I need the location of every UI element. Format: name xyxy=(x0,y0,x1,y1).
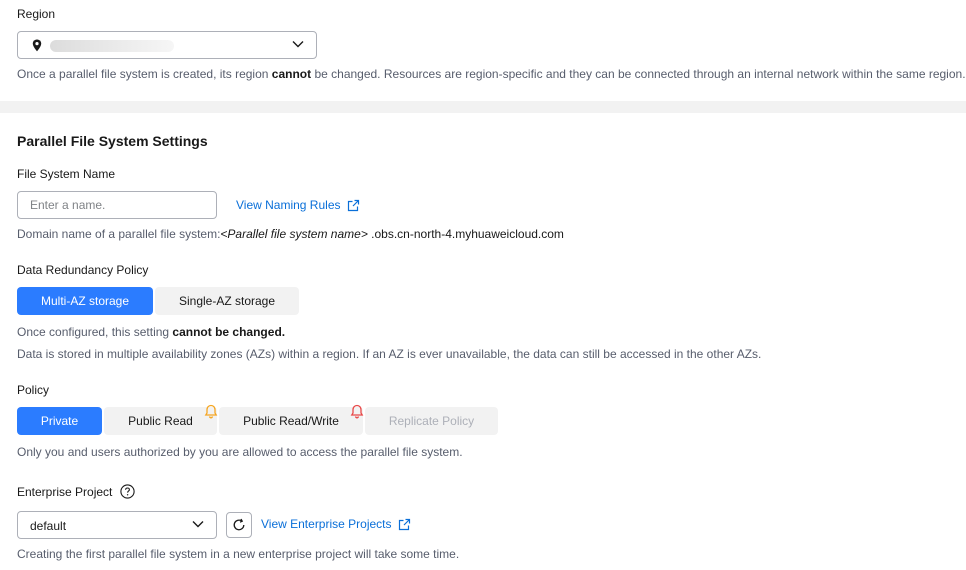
multi-az-storage-option[interactable]: Multi-AZ storage xyxy=(17,287,153,315)
external-link-icon xyxy=(347,199,359,211)
enterprise-project-label: Enterprise Project xyxy=(17,484,136,499)
policy-replicate-option[interactable]: Replicate Policy xyxy=(365,407,498,435)
region-value-masked xyxy=(50,40,174,52)
data-redundancy-label: Data Redundancy Policy xyxy=(17,263,149,277)
warning-bell-icon xyxy=(204,404,218,419)
redundancy-hint-2: Data is stored in multiple availability … xyxy=(17,347,762,361)
region-select[interactable] xyxy=(17,31,317,59)
section-divider xyxy=(0,101,966,113)
policy-private-option[interactable]: Private xyxy=(17,407,102,435)
danger-bell-icon xyxy=(350,404,364,419)
chevron-down-icon xyxy=(192,521,204,528)
external-link-icon xyxy=(398,518,410,530)
enterprise-project-hint: Creating the first parallel file system … xyxy=(17,547,460,561)
enterprise-project-select[interactable]: default xyxy=(17,511,217,539)
file-system-name-input[interactable] xyxy=(17,191,217,219)
domain-name-hint: Domain name of a parallel file system:<P… xyxy=(17,227,564,241)
help-icon[interactable] xyxy=(120,484,136,499)
enterprise-project-value: default xyxy=(30,519,67,533)
policy-label: Policy xyxy=(17,383,50,397)
view-naming-rules-link[interactable]: View Naming Rules xyxy=(236,198,360,212)
policy-hint: Only you and users authorized by you are… xyxy=(17,445,463,459)
redundancy-hint-1: Once configured, this setting cannot be … xyxy=(17,325,286,339)
refresh-icon xyxy=(233,518,245,531)
policy-public-read-option[interactable]: Public Read xyxy=(104,404,218,435)
refresh-button[interactable] xyxy=(226,512,252,538)
region-label: Region xyxy=(17,7,56,21)
section-title: Parallel File System Settings xyxy=(17,133,208,149)
view-enterprise-projects-link[interactable]: View Enterprise Projects xyxy=(261,517,411,531)
single-az-storage-option[interactable]: Single-AZ storage xyxy=(155,287,299,315)
location-pin-icon xyxy=(32,39,42,55)
file-system-name-label: File System Name xyxy=(17,167,116,181)
policy-public-read-write-option[interactable]: Public Read/Write xyxy=(219,404,364,435)
region-hint: Once a parallel file system is created, … xyxy=(17,67,966,81)
chevron-down-icon xyxy=(292,41,304,48)
